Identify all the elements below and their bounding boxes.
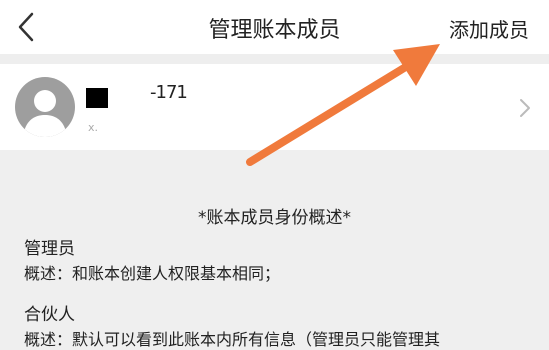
role-name-partner: 合伙人 <box>24 305 75 325</box>
member-name-fragment: -171 <box>150 82 188 103</box>
divider <box>0 54 549 64</box>
add-member-button[interactable]: 添加成员 <box>449 14 529 43</box>
redacted-name-block <box>86 88 108 108</box>
default-user-icon <box>23 90 67 137</box>
member-sub-mark: x. <box>88 121 99 134</box>
role-desc-admin: 概述：和账本创建人权限基本相同； <box>24 264 281 283</box>
role-name-admin: 管理员 <box>24 239 75 259</box>
chevron-right-icon <box>520 99 530 117</box>
role-overview-section: *账本成员身份概述* 管理员 概述：和账本创建人权限基本相同； 合伙人 概述：默… <box>0 150 549 349</box>
overview-title: *账本成员身份概述* <box>198 208 351 228</box>
navigation-bar: 管理账本成员 添加成员 <box>0 0 549 54</box>
avatar <box>15 77 75 137</box>
role-desc-partner: 概述：默认可以看到此账本内所有信息（管理员只能管理其 <box>24 330 441 349</box>
member-row[interactable]: -171 x. <box>0 64 549 150</box>
